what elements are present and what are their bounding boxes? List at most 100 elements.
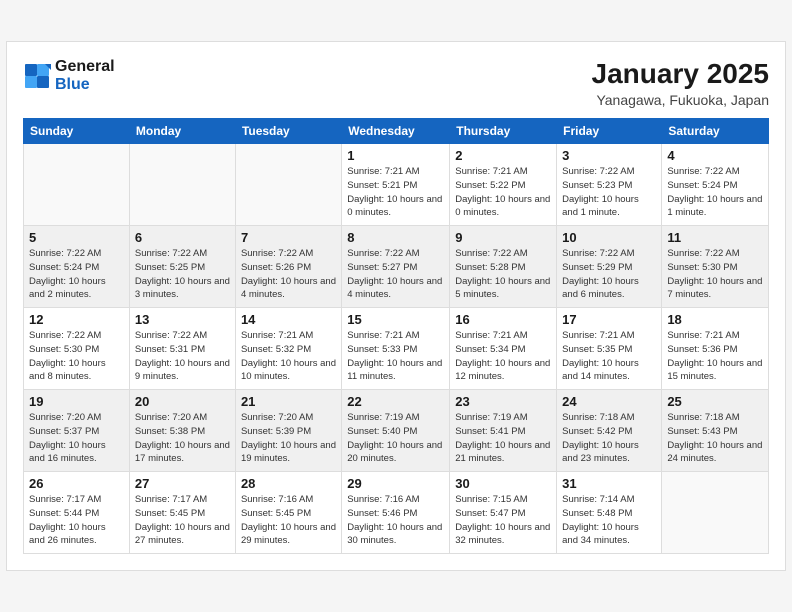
day-info: Sunrise: 7:21 AM Sunset: 5:33 PM Dayligh… (347, 329, 444, 384)
table-row: 3 Sunrise: 7:22 AM Sunset: 5:23 PM Daylig… (557, 144, 662, 226)
day-number: 9 (455, 230, 551, 245)
calendar-week-row: 19 Sunrise: 7:20 AM Sunset: 5:37 PM Dayli… (24, 390, 769, 472)
day-info: Sunrise: 7:17 AM Sunset: 5:45 PM Dayligh… (135, 493, 230, 548)
day-info: Sunrise: 7:21 AM Sunset: 5:21 PM Dayligh… (347, 165, 444, 220)
day-info: Sunrise: 7:22 AM Sunset: 5:27 PM Dayligh… (347, 247, 444, 302)
day-number: 22 (347, 394, 444, 409)
day-info: Sunrise: 7:21 AM Sunset: 5:34 PM Dayligh… (455, 329, 551, 384)
table-row (24, 144, 130, 226)
table-row: 20 Sunrise: 7:20 AM Sunset: 5:38 PM Dayli… (129, 390, 235, 472)
day-number: 21 (241, 394, 336, 409)
table-row: 17 Sunrise: 7:21 AM Sunset: 5:35 PM Dayli… (557, 308, 662, 390)
table-row: 2 Sunrise: 7:21 AM Sunset: 5:22 PM Daylig… (450, 144, 557, 226)
table-row: 6 Sunrise: 7:22 AM Sunset: 5:25 PM Daylig… (129, 226, 235, 308)
day-number: 18 (667, 312, 763, 327)
day-info: Sunrise: 7:22 AM Sunset: 5:30 PM Dayligh… (667, 247, 763, 302)
day-info: Sunrise: 7:18 AM Sunset: 5:42 PM Dayligh… (562, 411, 656, 466)
day-info: Sunrise: 7:20 AM Sunset: 5:37 PM Dayligh… (29, 411, 124, 466)
day-number: 13 (135, 312, 230, 327)
logo-general-text: General (55, 58, 115, 75)
day-info: Sunrise: 7:21 AM Sunset: 5:22 PM Dayligh… (455, 165, 551, 220)
day-info: Sunrise: 7:19 AM Sunset: 5:40 PM Dayligh… (347, 411, 444, 466)
day-number: 12 (29, 312, 124, 327)
day-info: Sunrise: 7:18 AM Sunset: 5:43 PM Dayligh… (667, 411, 763, 466)
table-row: 8 Sunrise: 7:22 AM Sunset: 5:27 PM Daylig… (342, 226, 450, 308)
day-info: Sunrise: 7:20 AM Sunset: 5:38 PM Dayligh… (135, 411, 230, 466)
day-number: 1 (347, 148, 444, 163)
day-info: Sunrise: 7:22 AM Sunset: 5:25 PM Dayligh… (135, 247, 230, 302)
header-wednesday: Wednesday (342, 119, 450, 144)
day-info: Sunrise: 7:22 AM Sunset: 5:24 PM Dayligh… (667, 165, 763, 220)
table-row: 10Sunrise: 7:22 AM Sunset: 5:29 PM Dayli… (557, 226, 662, 308)
table-row: 15Sunrise: 7:21 AM Sunset: 5:33 PM Dayli… (342, 308, 450, 390)
day-info: Sunrise: 7:17 AM Sunset: 5:44 PM Dayligh… (29, 493, 124, 548)
day-info: Sunrise: 7:22 AM Sunset: 5:29 PM Dayligh… (562, 247, 656, 302)
table-row: 12 Sunrise: 7:22 AM Sunset: 5:30 PM Dayli… (24, 308, 130, 390)
table-row (129, 144, 235, 226)
day-info: Sunrise: 7:22 AM Sunset: 5:23 PM Dayligh… (562, 165, 656, 220)
table-row: 23Sunrise: 7:19 AM Sunset: 5:41 PM Dayli… (450, 390, 557, 472)
day-info: Sunrise: 7:21 AM Sunset: 5:35 PM Dayligh… (562, 329, 656, 384)
table-row: 16 Sunrise: 7:21 AM Sunset: 5:34 PM Dayli… (450, 308, 557, 390)
day-number: 6 (135, 230, 230, 245)
table-row: 21 Sunrise: 7:20 AM Sunset: 5:39 PM Dayli… (235, 390, 341, 472)
day-number: 24 (562, 394, 656, 409)
day-number: 8 (347, 230, 444, 245)
day-info: Sunrise: 7:22 AM Sunset: 5:24 PM Dayligh… (29, 247, 124, 302)
day-number: 23 (455, 394, 551, 409)
table-row: 7 Sunrise: 7:22 AM Sunset: 5:26 PM Daylig… (235, 226, 341, 308)
table-row: 29 Sunrise: 7:16 AM Sunset: 5:46 PM Dayli… (342, 472, 450, 554)
table-row: 24 Sunrise: 7:18 AM Sunset: 5:42 PM Dayli… (557, 390, 662, 472)
day-number: 11 (667, 230, 763, 245)
day-info: Sunrise: 7:16 AM Sunset: 5:46 PM Dayligh… (347, 493, 444, 548)
day-number: 29 (347, 476, 444, 491)
day-info: Sunrise: 7:16 AM Sunset: 5:45 PM Dayligh… (241, 493, 336, 548)
day-number: 7 (241, 230, 336, 245)
table-row (235, 144, 341, 226)
calendar-container: General Blue January 2025 Yanagawa, Fuku… (6, 41, 786, 571)
header-friday: Friday (557, 119, 662, 144)
day-number: 27 (135, 476, 230, 491)
table-row: 5Sunrise: 7:22 AM Sunset: 5:24 PM Daylig… (24, 226, 130, 308)
day-number: 20 (135, 394, 230, 409)
day-info: Sunrise: 7:15 AM Sunset: 5:47 PM Dayligh… (455, 493, 551, 548)
day-number: 2 (455, 148, 551, 163)
day-info: Sunrise: 7:22 AM Sunset: 5:26 PM Dayligh… (241, 247, 336, 302)
day-info: Sunrise: 7:14 AM Sunset: 5:48 PM Dayligh… (562, 493, 656, 548)
header-sunday: Sunday (24, 119, 130, 144)
day-number: 19 (29, 394, 124, 409)
location-text: Yanagawa, Fukuoka, Japan (592, 92, 769, 108)
day-number: 14 (241, 312, 336, 327)
table-row (662, 472, 769, 554)
day-number: 4 (667, 148, 763, 163)
day-info: Sunrise: 7:20 AM Sunset: 5:39 PM Dayligh… (241, 411, 336, 466)
day-info: Sunrise: 7:22 AM Sunset: 5:28 PM Dayligh… (455, 247, 551, 302)
day-number: 17 (562, 312, 656, 327)
month-title: January 2025 (592, 58, 769, 90)
table-row: 13 Sunrise: 7:22 AM Sunset: 5:31 PM Dayli… (129, 308, 235, 390)
table-row: 22 Sunrise: 7:19 AM Sunset: 5:40 PM Dayli… (342, 390, 450, 472)
calendar-header: General Blue January 2025 Yanagawa, Fuku… (23, 58, 769, 108)
header-tuesday: Tuesday (235, 119, 341, 144)
table-row: 18 Sunrise: 7:21 AM Sunset: 5:36 PM Dayli… (662, 308, 769, 390)
day-info: Sunrise: 7:22 AM Sunset: 5:30 PM Dayligh… (29, 329, 124, 384)
day-number: 25 (667, 394, 763, 409)
calendar-table: Sunday Monday Tuesday Wednesday Thursday… (23, 118, 769, 554)
day-number: 30 (455, 476, 551, 491)
calendar-week-row: 12 Sunrise: 7:22 AM Sunset: 5:30 PM Dayli… (24, 308, 769, 390)
calendar-week-row: 1 Sunrise: 7:21 AM Sunset: 5:21 PM Daylig… (24, 144, 769, 226)
weekday-header-row: Sunday Monday Tuesday Wednesday Thursday… (24, 119, 769, 144)
day-number: 3 (562, 148, 656, 163)
logo-blue-text: Blue (55, 76, 90, 93)
header-monday: Monday (129, 119, 235, 144)
table-row: 9 Sunrise: 7:22 AM Sunset: 5:28 PM Daylig… (450, 226, 557, 308)
day-number: 16 (455, 312, 551, 327)
day-info: Sunrise: 7:22 AM Sunset: 5:31 PM Dayligh… (135, 329, 230, 384)
day-info: Sunrise: 7:21 AM Sunset: 5:32 PM Dayligh… (241, 329, 336, 384)
table-row: 4 Sunrise: 7:22 AM Sunset: 5:24 PM Daylig… (662, 144, 769, 226)
logo: General Blue (23, 58, 115, 94)
day-info: Sunrise: 7:21 AM Sunset: 5:36 PM Dayligh… (667, 329, 763, 384)
day-number: 26 (29, 476, 124, 491)
table-row: 25 Sunrise: 7:18 AM Sunset: 5:43 PM Dayli… (662, 390, 769, 472)
logo-icon (23, 62, 51, 90)
